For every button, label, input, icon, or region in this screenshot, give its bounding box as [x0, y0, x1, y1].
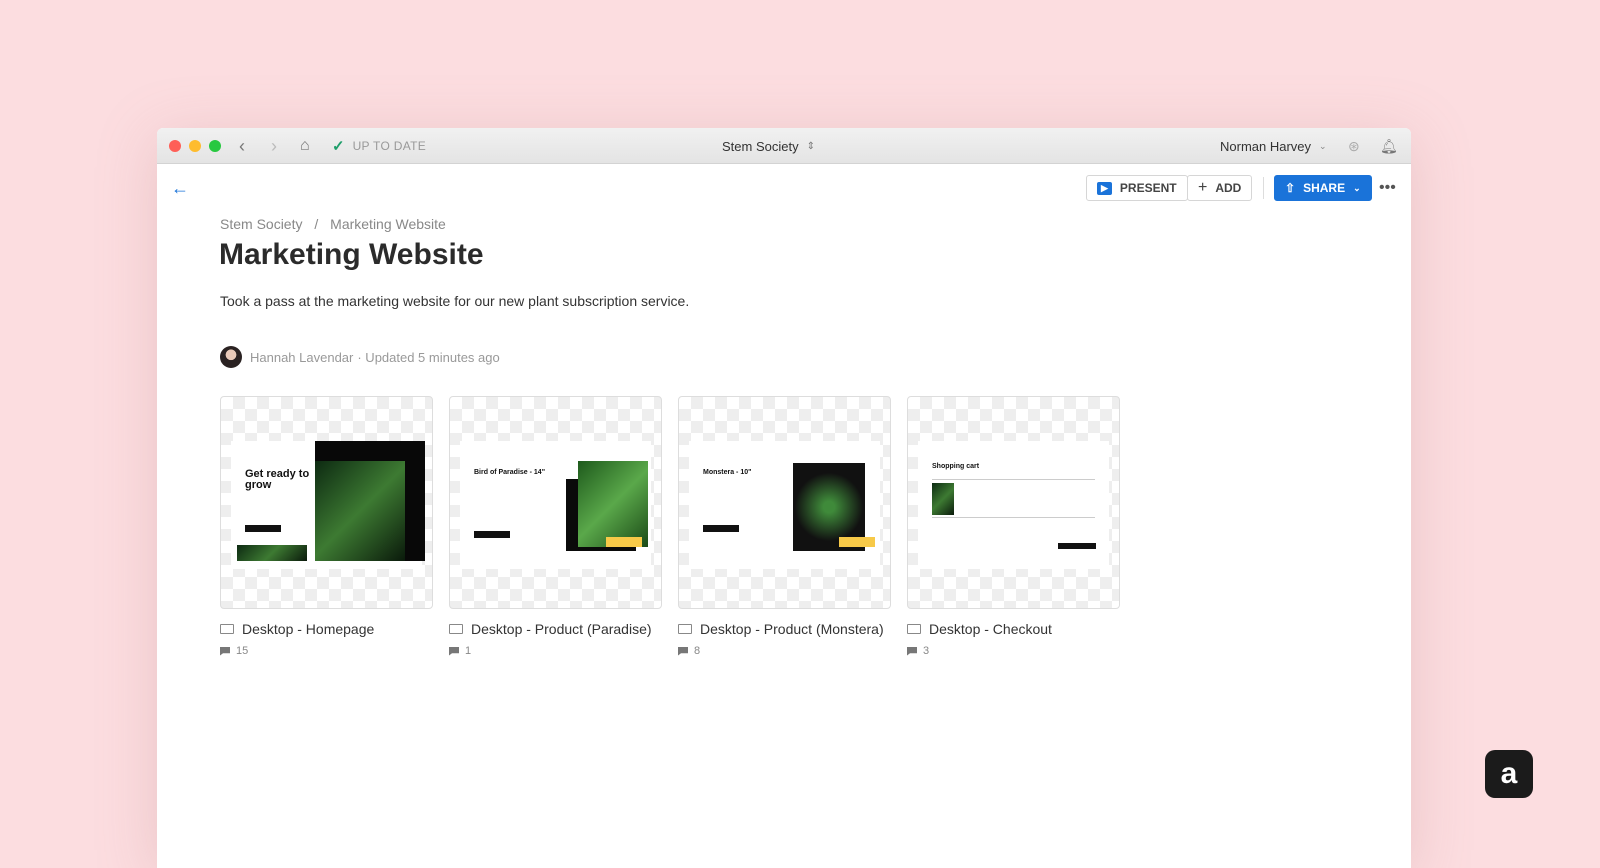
comment-count: 15	[236, 645, 249, 657]
breadcrumb-separator: /	[314, 216, 319, 232]
close-button[interactable]	[169, 140, 181, 152]
thumbnail-headline: Monstera - 10"	[703, 469, 752, 476]
desktop-icon	[220, 624, 234, 634]
app-logo: a	[1485, 750, 1533, 798]
title-bar: ‹ › ⌂ ✓ UP TO DATE Stem Society ⇕ Norman…	[157, 128, 1411, 164]
sync-status: UP TO DATE	[352, 139, 427, 153]
comment-icon	[220, 646, 230, 656]
check-icon: ✓	[332, 138, 345, 155]
comment-count: 3	[923, 645, 930, 657]
chevron-down-icon: ⌄	[1353, 182, 1361, 193]
home-icon[interactable]: ⌂	[300, 128, 310, 164]
thumbnail-headline: Get ready to grow	[245, 468, 310, 491]
avatar	[220, 346, 242, 368]
comment-count: 1	[465, 645, 472, 657]
author-name[interactable]: Hannah Lavendar	[250, 350, 353, 365]
breadcrumb-current[interactable]: Marketing Website	[330, 216, 446, 232]
back-arrow-icon[interactable]: ←	[171, 170, 189, 206]
artboard-name: Desktop - Product (Paradise)	[471, 621, 652, 637]
project-switcher[interactable]: Stem Society ⇕	[722, 128, 815, 164]
breadcrumb-root[interactable]: Stem Society	[220, 216, 302, 232]
page-description: Took a pass at the marketing website for…	[220, 293, 690, 309]
artboard-name: Desktop - Homepage	[242, 621, 375, 637]
artboard-card[interactable]: Bird of Paradise - 14" Desktop - Product…	[449, 396, 662, 657]
thumbnail-headline: Shopping cart	[932, 463, 980, 470]
plus-icon: +	[1198, 179, 1208, 196]
thumbnail-headline: Bird of Paradise - 14"	[474, 469, 546, 476]
share-button[interactable]: ⇧ SHARE ⌄	[1274, 175, 1372, 201]
upload-icon: ⇧	[1285, 181, 1296, 195]
bell-icon[interactable]: 🔔︎	[1380, 128, 1398, 164]
add-label: ADD	[1215, 181, 1242, 195]
minimize-button[interactable]	[189, 140, 201, 152]
share-label: SHARE	[1303, 181, 1346, 195]
comment-count: 8	[694, 645, 701, 657]
updown-icon: ⇕	[806, 140, 815, 152]
more-icon[interactable]: •••	[1379, 170, 1396, 206]
artboard-thumbnail[interactable]: Shopping cart	[907, 396, 1120, 609]
page-title: Marketing Website	[219, 238, 484, 271]
user-name: Norman Harvey	[1220, 138, 1312, 154]
project-name: Stem Society	[722, 138, 799, 154]
comment-icon	[678, 646, 688, 656]
artboard-name: Desktop - Checkout	[929, 621, 1052, 637]
back-nav-icon[interactable]: ‹	[239, 128, 245, 164]
author-meta: Hannah Lavendar · Updated 5 minutes ago	[220, 346, 500, 368]
play-icon: ▶	[1097, 181, 1112, 195]
updated-time: · Updated 5 minutes ago	[357, 349, 500, 365]
artboard-card[interactable]: Monstera - 10" Desktop - Product (Monste…	[678, 396, 891, 657]
desktop-icon	[907, 624, 921, 634]
maximize-button[interactable]	[209, 140, 221, 152]
present-label: PRESENT	[1119, 181, 1177, 195]
chevron-down-icon: ⌄	[1319, 140, 1327, 151]
artboard-card[interactable]: Get ready to grow Desktop - Homepage 15	[220, 396, 433, 657]
help-icon[interactable]: ⊛	[1348, 128, 1360, 164]
present-button[interactable]: ▶ PRESENT	[1086, 175, 1188, 201]
artboard-card[interactable]: Shopping cart Desktop - Checkout 3	[907, 396, 1120, 657]
forward-nav-icon[interactable]: ›	[271, 128, 277, 164]
artboard-thumbnail[interactable]: Get ready to grow	[220, 396, 433, 609]
comment-icon	[907, 646, 917, 656]
artboard-name: Desktop - Product (Monstera)	[700, 621, 884, 637]
comment-icon	[449, 646, 459, 656]
artboard-thumbnail[interactable]: Monstera - 10"	[678, 396, 891, 609]
desktop-icon	[449, 624, 463, 634]
add-button[interactable]: + ADD	[1187, 175, 1253, 201]
divider	[1263, 177, 1264, 199]
desktop-icon	[678, 624, 692, 634]
breadcrumb: Stem Society / Marketing Website	[220, 216, 446, 232]
app-window: ‹ › ⌂ ✓ UP TO DATE Stem Society ⇕ Norman…	[157, 128, 1411, 868]
artboard-thumbnail[interactable]: Bird of Paradise - 14"	[449, 396, 662, 609]
user-menu[interactable]: Norman Harvey ⌄	[1220, 128, 1327, 164]
